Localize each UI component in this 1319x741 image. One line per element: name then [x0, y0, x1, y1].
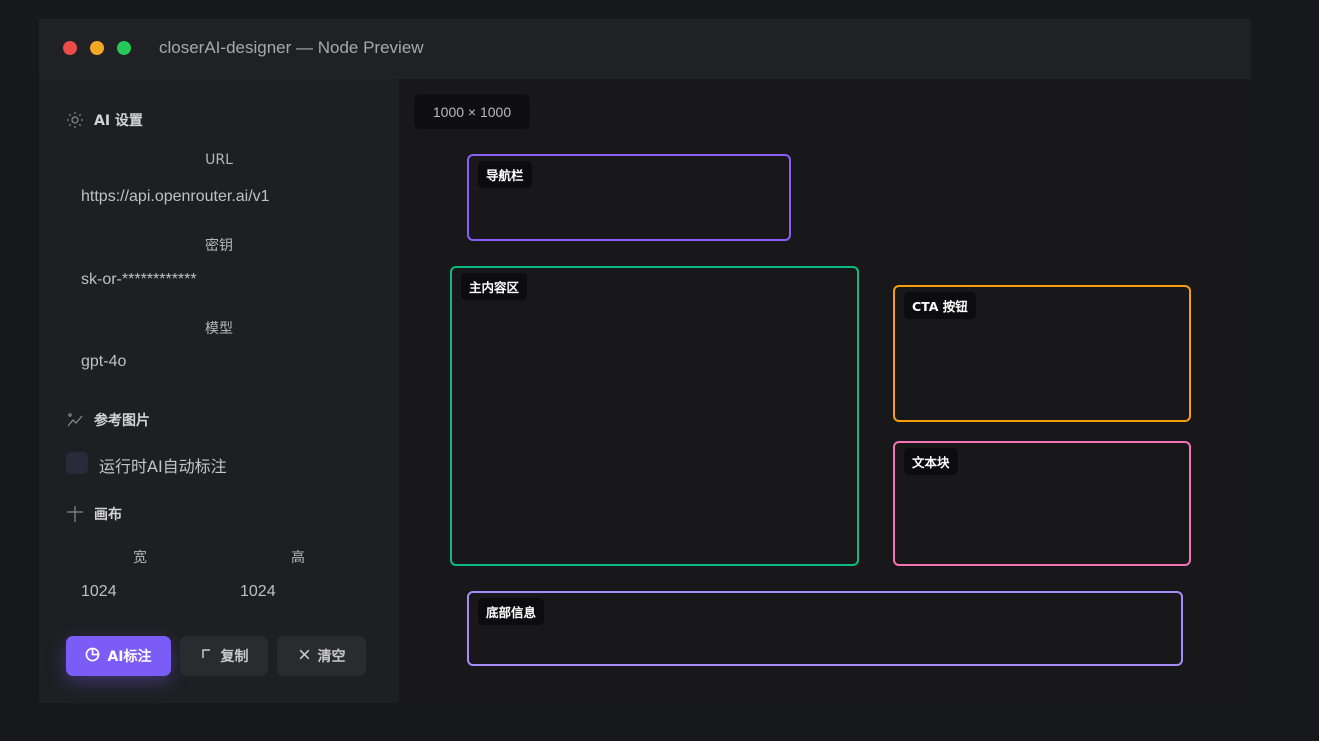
- title-bar: closerAI-designer — Node Preview: [39, 19, 1251, 79]
- ai-annotate-button[interactable]: AI标注: [66, 636, 171, 676]
- window-title: closerAI-designer — Node Preview: [159, 38, 424, 57]
- reference-heading: 参考图片: [66, 410, 150, 430]
- region-text[interactable]: 文本块: [893, 441, 1191, 566]
- api-key-field[interactable]: sk-or-************: [81, 271, 197, 289]
- canvas-size-badge: 1000 × 1000: [414, 94, 530, 129]
- sun-icon: [66, 111, 84, 129]
- region-text-label: 文本块: [904, 448, 958, 475]
- image-icon: [66, 411, 84, 429]
- ai-annotate-label: AI标注: [107, 649, 152, 665]
- region-footer-label: 底部信息: [478, 598, 545, 625]
- height-field[interactable]: 1024: [240, 583, 276, 601]
- copy-icon: [200, 647, 214, 665]
- minimize-window-button[interactable]: [90, 41, 104, 55]
- copy-label: 复制: [220, 649, 249, 665]
- model-field[interactable]: gpt-4o: [81, 353, 126, 371]
- preview-canvas[interactable]: 1000 × 1000 导航栏 主内容区 CTA 按钮 文本块 底部信息: [399, 79, 1251, 703]
- ai-settings-title: AI 设置: [94, 113, 143, 129]
- settings-sidebar: AI 设置 URL https://api.openrouter.ai/v1 密…: [39, 79, 399, 703]
- url-field[interactable]: https://api.openrouter.ai/v1: [81, 188, 270, 206]
- close-icon: [298, 648, 311, 665]
- key-label: 密钥: [205, 238, 233, 254]
- model-label: 模型: [205, 321, 233, 337]
- height-label: 高: [291, 550, 305, 566]
- ai-settings-heading: AI 设置: [66, 110, 143, 130]
- auto-annotate-checkbox[interactable]: [66, 452, 88, 474]
- width-field[interactable]: 1024: [81, 583, 117, 601]
- copy-button[interactable]: 复制: [180, 636, 268, 676]
- region-main-label: 主内容区: [461, 273, 528, 300]
- canvas-heading: 画布: [66, 504, 122, 524]
- crosshair-icon: [66, 505, 84, 523]
- region-nav[interactable]: 导航栏: [467, 154, 791, 241]
- region-cta-label: CTA 按钮: [904, 292, 976, 319]
- url-label: URL: [205, 152, 233, 168]
- reference-title: 参考图片: [94, 413, 150, 429]
- canvas-title: 画布: [94, 507, 122, 523]
- width-label: 宽: [133, 550, 147, 566]
- auto-annotate-label[interactable]: 运行时AI自动标注: [99, 453, 227, 477]
- clear-label: 清空: [317, 649, 346, 665]
- close-window-button[interactable]: [63, 41, 77, 55]
- region-cta[interactable]: CTA 按钮: [893, 285, 1191, 422]
- pie-chart-icon: [85, 647, 100, 666]
- region-footer[interactable]: 底部信息: [467, 591, 1183, 666]
- region-main[interactable]: 主内容区: [450, 266, 859, 566]
- region-nav-label: 导航栏: [478, 161, 532, 188]
- app-window: closerAI-designer — Node Preview AI 设置 U…: [39, 19, 1251, 703]
- clear-button[interactable]: 清空: [277, 636, 366, 676]
- maximize-window-button[interactable]: [117, 41, 131, 55]
